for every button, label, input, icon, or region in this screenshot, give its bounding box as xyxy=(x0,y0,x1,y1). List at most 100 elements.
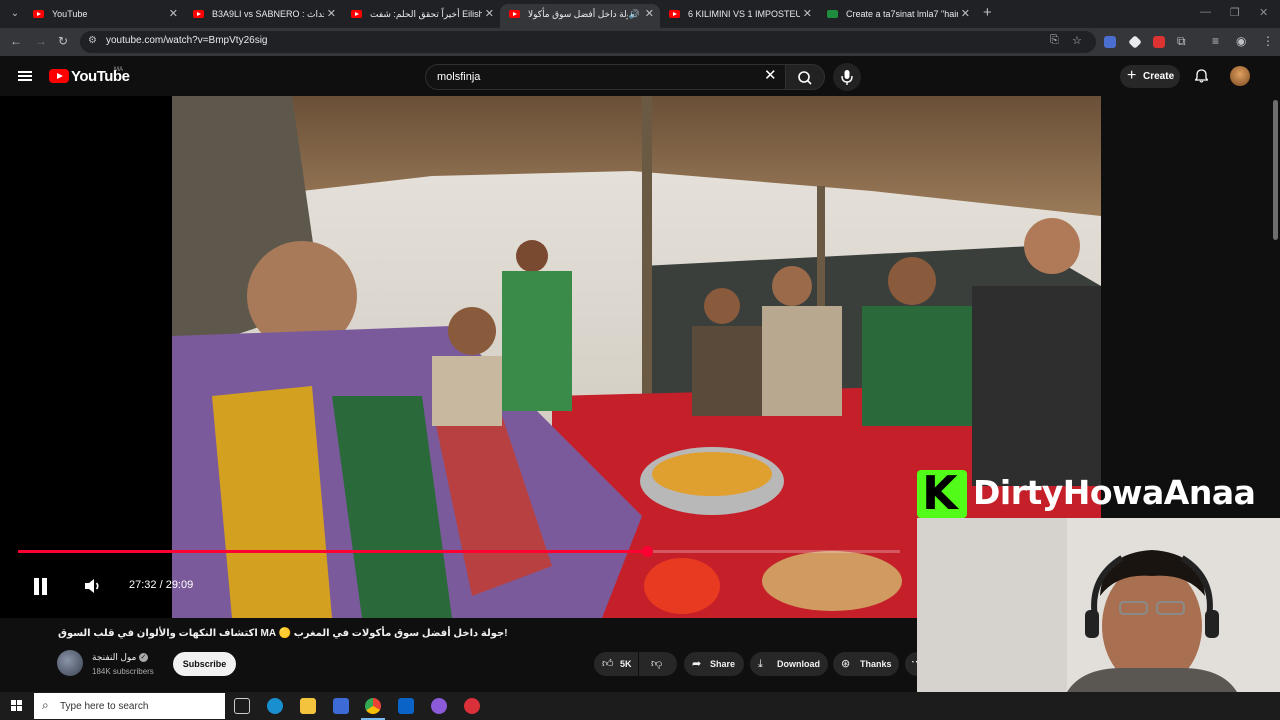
edge-browser-icon[interactable] xyxy=(267,698,283,714)
browser-tab[interactable]: YouTube ✕ xyxy=(24,4,184,28)
app-red-icon[interactable] xyxy=(464,698,480,714)
browser-menu-icon[interactable]: ⋮ xyxy=(1262,34,1274,48)
thumbs-down-icon: 👎︎ xyxy=(651,658,663,670)
close-tab-icon[interactable]: ✕ xyxy=(961,4,970,24)
thanks-button[interactable]: ⊛ Thanks xyxy=(833,652,899,676)
bookmark-star-icon[interactable]: ☆ xyxy=(1072,34,1082,47)
scrollbar-thumb[interactable] xyxy=(1273,100,1278,240)
page-scrollbar[interactable] xyxy=(1271,96,1280,692)
progress-scrubber-handle[interactable] xyxy=(641,546,653,557)
progress-bar-played xyxy=(18,550,647,553)
search-query[interactable]: molsfinja xyxy=(437,71,480,83)
windows-start-icon[interactable] xyxy=(11,700,23,712)
youtube-favicon-icon xyxy=(351,10,362,18)
outlook-icon[interactable] xyxy=(398,698,414,714)
url-text[interactable]: youtube.com/watch?v=BmpVty26sig xyxy=(106,35,267,46)
microphone-icon xyxy=(841,70,853,85)
task-view-icon[interactable] xyxy=(234,698,250,714)
youtube-favicon-icon xyxy=(33,10,44,18)
channel-name[interactable]: مول النفنجة xyxy=(92,652,136,662)
youtube-favicon-icon xyxy=(193,10,204,18)
youtube-favicon-icon xyxy=(509,10,520,18)
clear-search-icon[interactable]: ✕ xyxy=(764,67,777,85)
tab-title: B3A9LI vs SABNERO : ج للأحداث xyxy=(212,9,324,19)
notifications-bell-icon[interactable] xyxy=(1195,69,1208,83)
webcam-image xyxy=(917,518,1280,692)
search-button[interactable] xyxy=(785,64,825,90)
share-label: Share xyxy=(710,659,736,669)
pause-button[interactable] xyxy=(32,578,50,596)
media-controls-icon[interactable]: ≡ xyxy=(1212,34,1219,48)
kick-logo-icon: K xyxy=(917,466,967,520)
extension-red-icon[interactable] xyxy=(1153,36,1165,48)
taskbar-search-placeholder[interactable]: Type here to search xyxy=(60,701,148,712)
extensions-puzzle-icon[interactable]: ⧉ xyxy=(1177,34,1186,49)
extension-translate-icon[interactable] xyxy=(1104,36,1116,48)
chrome-icon[interactable] xyxy=(365,698,381,714)
new-tab-button[interactable]: + xyxy=(983,5,992,21)
webcam-feed xyxy=(917,518,1280,692)
voice-search-button[interactable] xyxy=(833,63,861,91)
app-purple-icon[interactable] xyxy=(431,698,447,714)
thumbs-up-icon: 👍︎ xyxy=(602,658,614,670)
restore-icon[interactable]: ❐ xyxy=(1230,6,1240,19)
dislike-button[interactable]: 👎︎ xyxy=(639,652,677,676)
tab-search-icon[interactable]: ⌄ xyxy=(6,5,24,23)
streamer-banner: K DirtyHowaAnaa xyxy=(917,466,1280,520)
taskbar-search-box[interactable]: ⌕ Type here to search xyxy=(34,693,225,719)
subscriber-count: 184K subscribers xyxy=(92,667,154,676)
create-button[interactable]: Create xyxy=(1120,64,1180,88)
like-button[interactable]: 👍︎ 5K xyxy=(594,652,638,676)
browser-tab[interactable]: أخيراً تحقق الحلم: شفت Eilish ✕ xyxy=(342,4,500,28)
close-tab-icon[interactable]: ✕ xyxy=(327,4,336,24)
youtube-logo-icon[interactable] xyxy=(49,69,69,83)
microsoft-store-icon[interactable] xyxy=(333,698,349,714)
tab-title: Create a ta7sinat lmla7 "haircu xyxy=(846,9,958,19)
tab-title: YouTube xyxy=(52,9,88,19)
tab-title: جولة داخل أفضل سوق مأكولا xyxy=(528,9,628,19)
channel-name-row[interactable]: مول النفنجة ✓ xyxy=(92,652,148,663)
file-explorer-icon[interactable] xyxy=(300,698,316,714)
windows-taskbar: ⌕ Type here to search xyxy=(0,692,1280,720)
streamer-name: DirtyHowaAnaa xyxy=(973,473,1256,512)
app-favicon-icon xyxy=(827,10,838,18)
minimize-icon[interactable]: — xyxy=(1200,6,1211,18)
close-tab-icon[interactable]: ✕ xyxy=(485,4,494,24)
kick-logo-letter: K xyxy=(922,466,958,520)
time-display: 27:32 / 29:09 xyxy=(129,579,194,591)
search-input[interactable]: molsfinja xyxy=(425,64,785,90)
video-title: اكتشاف النكهات والألوان في قلب السوق MA … xyxy=(58,628,508,639)
reload-icon[interactable]: ↻ xyxy=(58,34,68,48)
forward-icon[interactable]: → xyxy=(35,34,47,48)
search-icon xyxy=(798,71,812,85)
volume-icon[interactable] xyxy=(83,577,103,595)
browser-toolbar: ← → ↻ ⚙ youtube.com/watch?v=BmpVty26sig … xyxy=(0,28,1280,56)
taskbar-search-icon: ⌕ xyxy=(42,698,49,712)
browser-tab[interactable]: B3A9LI vs SABNERO : ج للأحداث ✕ xyxy=(184,4,342,28)
subscribe-button[interactable]: Subscribe xyxy=(173,652,236,676)
close-window-icon[interactable]: ✕ xyxy=(1259,6,1268,19)
close-tab-icon[interactable]: ✕ xyxy=(645,4,654,24)
browser-tab[interactable]: 6 KILIMINI VS 1 IMPOSTEUR - Y ✕ xyxy=(660,4,818,28)
back-icon[interactable]: ← xyxy=(10,34,22,48)
browser-tab-active[interactable]: جولة داخل أفضل سوق مأكولا 🔊 ✕ xyxy=(500,4,660,28)
account-avatar[interactable] xyxy=(1230,66,1250,86)
progress-bar[interactable] xyxy=(18,546,900,557)
download-button[interactable]: ⤓ Download xyxy=(750,652,828,676)
channel-avatar[interactable] xyxy=(57,650,83,676)
like-count: 5K xyxy=(620,659,632,669)
close-tab-icon[interactable]: ✕ xyxy=(169,4,178,24)
guide-menu-icon[interactable] xyxy=(18,71,32,81)
share-button[interactable]: ➦ Share xyxy=(684,652,744,676)
install-app-icon[interactable]: ⎘ xyxy=(1050,34,1059,47)
country-code: MA xyxy=(114,67,123,73)
extension-diamond-icon[interactable] xyxy=(1128,35,1142,49)
youtube-masthead: YouTube MA molsfinja ✕ Create xyxy=(0,56,1280,96)
audio-playing-icon[interactable]: 🔊 xyxy=(629,4,640,24)
browser-tab[interactable]: Create a ta7sinat lmla7 "haircu ✕ xyxy=(818,4,976,28)
profile-icon[interactable]: ◉ xyxy=(1236,34,1246,48)
close-tab-icon[interactable]: ✕ xyxy=(803,4,812,24)
site-info-icon[interactable]: ⚙ xyxy=(88,35,97,46)
video-player[interactable]: 27:32 / 29:09 xyxy=(0,96,1101,618)
address-bar[interactable]: ⚙ youtube.com/watch?v=BmpVty26sig ⎘ ☆ xyxy=(80,31,1096,53)
